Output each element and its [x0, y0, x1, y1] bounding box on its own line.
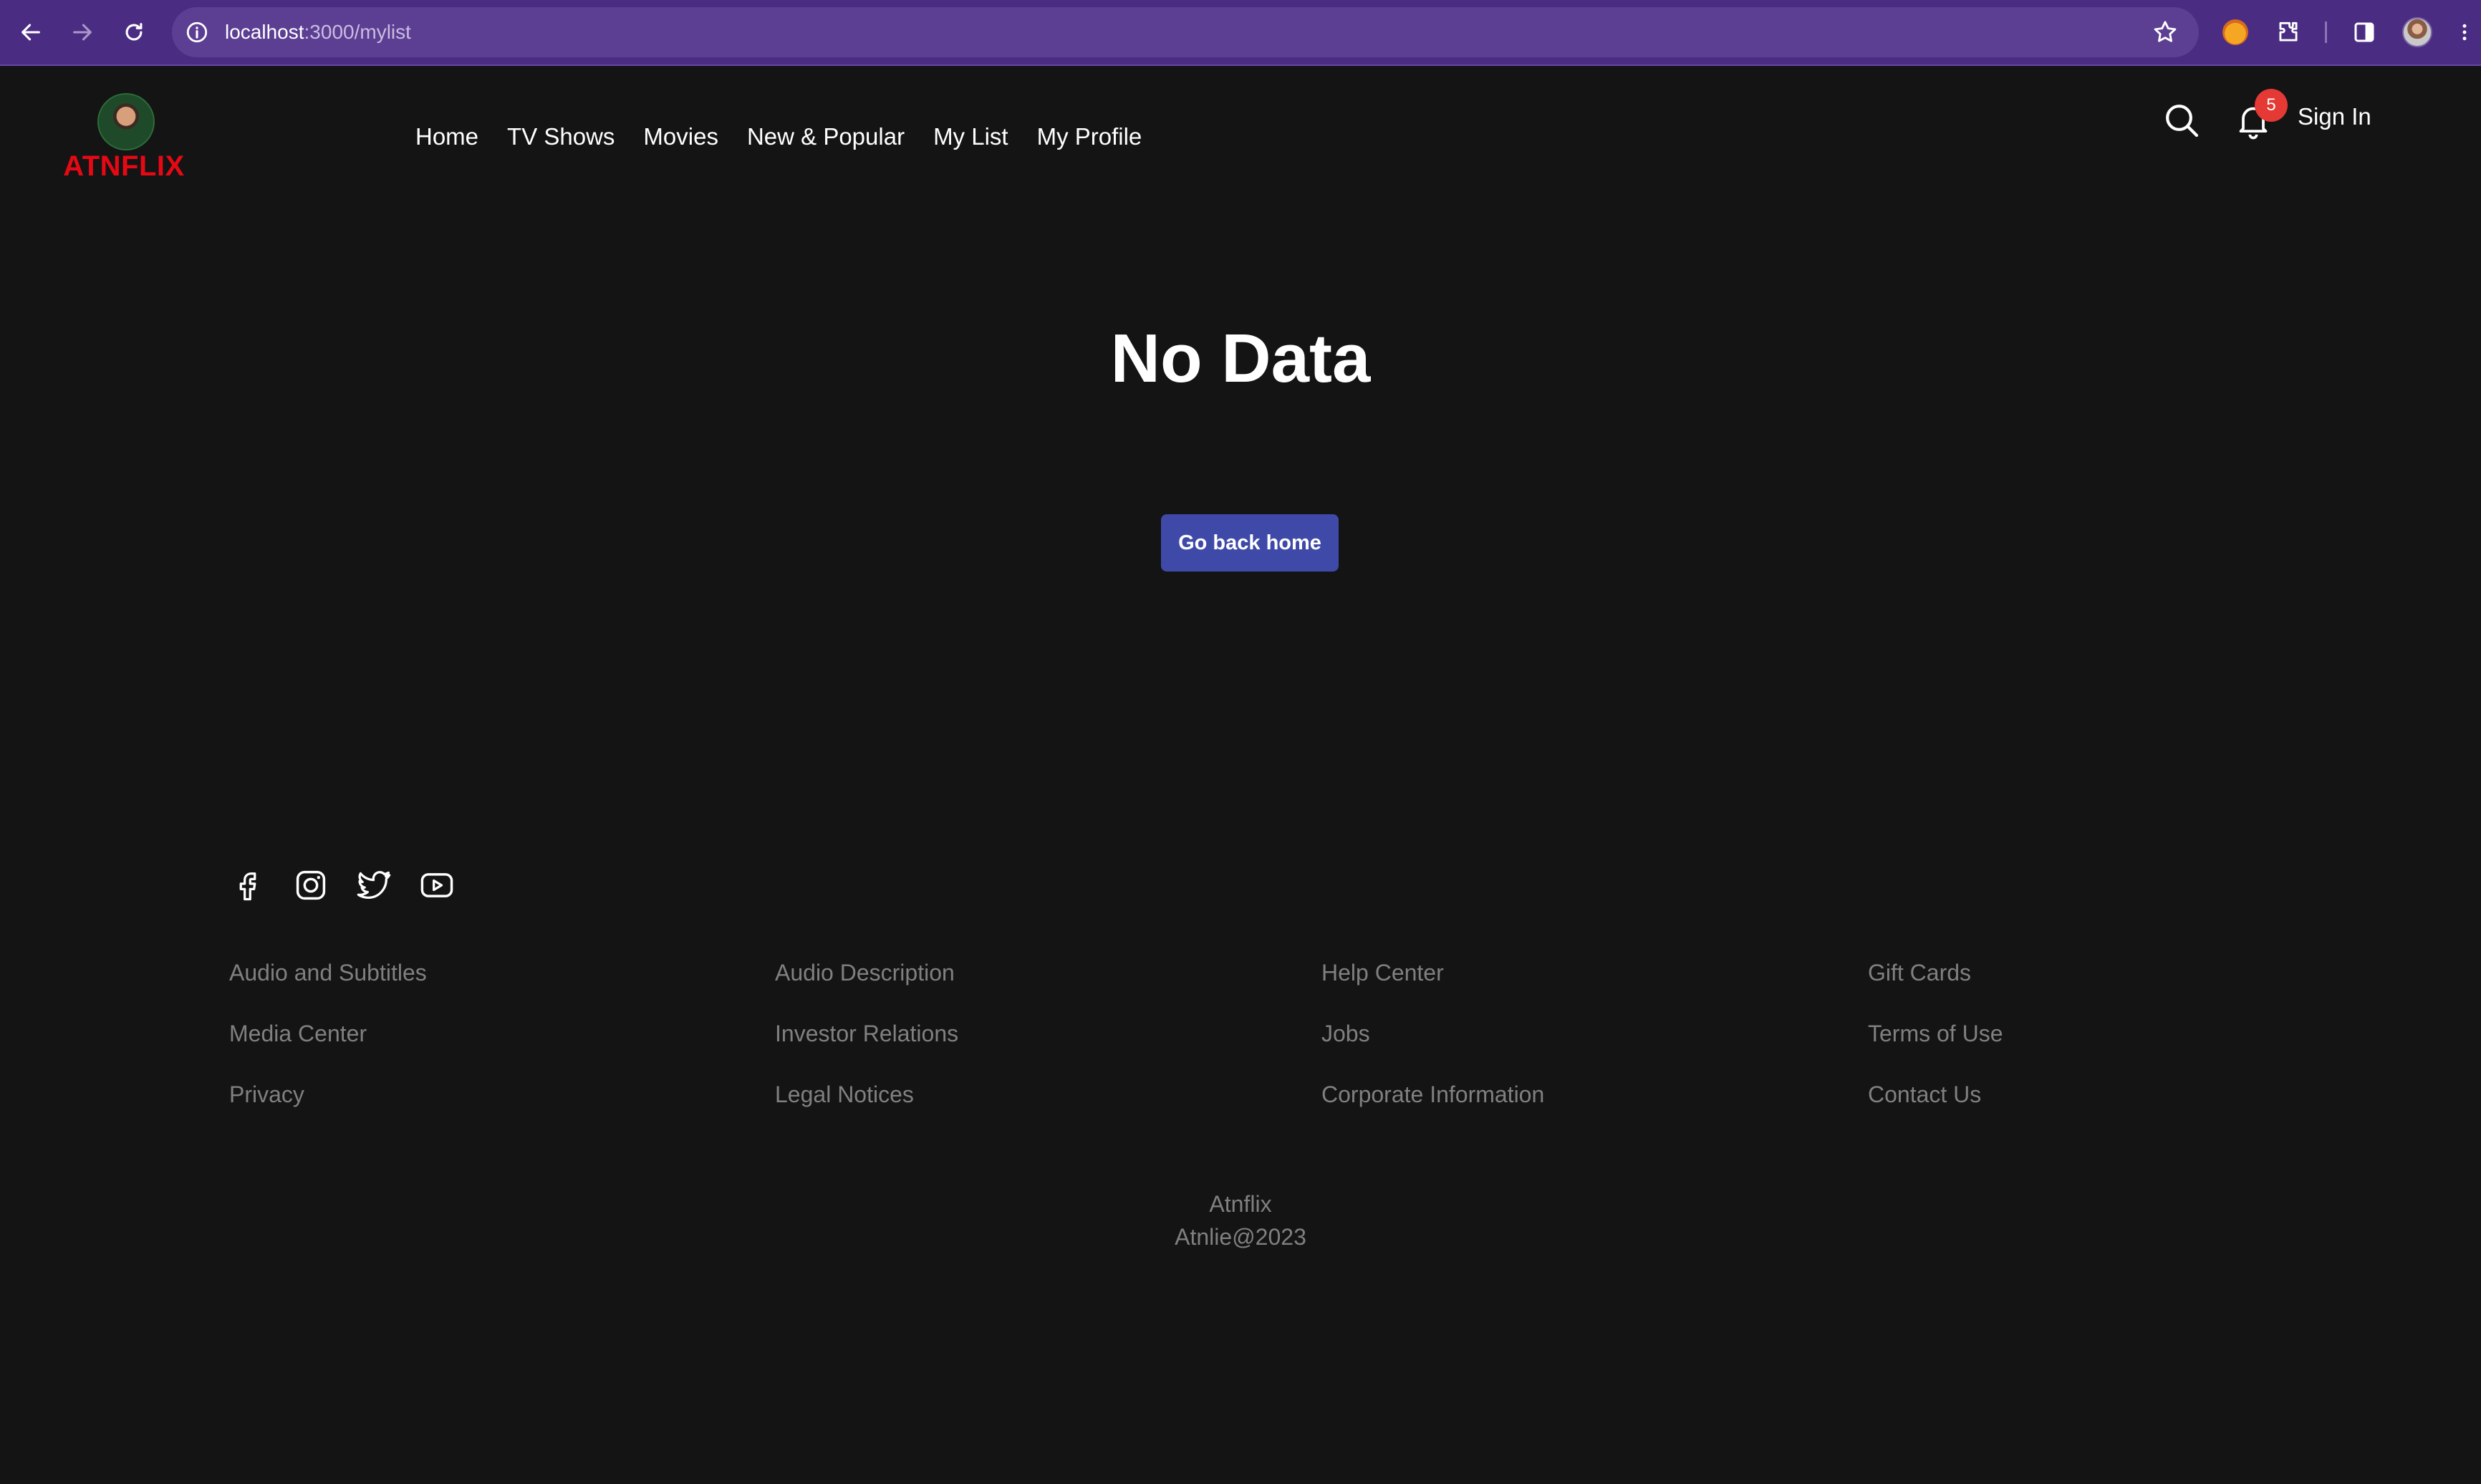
nav-my-list[interactable]: My List [933, 123, 1008, 150]
youtube-link[interactable] [418, 867, 456, 904]
browser-profile-avatar [2402, 17, 2432, 47]
social-links [229, 867, 456, 904]
forward-arrow-icon [73, 24, 92, 41]
twitter-link[interactable] [355, 867, 392, 904]
bookmark-star-icon[interactable] [2152, 19, 2179, 46]
sign-in-link[interactable]: Sign In [2298, 103, 2371, 130]
url-path: :3000/mylist [304, 21, 411, 43]
footer-link[interactable]: Privacy [229, 1081, 427, 1142]
logo-avatar [97, 93, 155, 150]
footer-link[interactable]: Investor Relations [775, 1021, 958, 1081]
youtube-icon [420, 873, 453, 897]
nav-movies[interactable]: Movies [643, 123, 718, 150]
instagram-link[interactable] [292, 867, 329, 904]
puzzle-icon [2279, 21, 2298, 42]
forward-button[interactable] [66, 16, 99, 49]
kebab-menu-icon [2462, 24, 2467, 41]
footer-link[interactable]: Legal Notices [775, 1081, 958, 1142]
footer-link[interactable]: Audio Description [775, 960, 958, 1021]
twitter-icon [357, 871, 391, 899]
page-title: No Data [1110, 320, 1371, 397]
site-info-icon[interactable] [185, 20, 209, 44]
footer-column-4: Gift Cards Terms of Use Contact Us [1868, 960, 2003, 1142]
search-icon [2166, 105, 2199, 138]
url-text[interactable]: localhost:3000/mylist [225, 7, 411, 57]
main-nav: Home TV Shows Movies New & Popular My Li… [415, 123, 1142, 150]
extensions-button[interactable] [2270, 14, 2306, 50]
footer-link[interactable]: Jobs [1321, 1021, 1544, 1081]
url-host: localhost [225, 21, 304, 43]
footer-link[interactable]: Gift Cards [1868, 960, 2003, 1021]
profile-button[interactable] [2399, 14, 2435, 50]
back-button[interactable] [14, 16, 47, 49]
reload-button[interactable] [117, 16, 150, 49]
footer-link[interactable]: Corporate Information [1321, 1081, 1544, 1142]
footer-link[interactable]: Help Center [1321, 960, 1544, 1021]
notification-badge: 5 [2255, 89, 2288, 122]
reload-icon [125, 23, 143, 41]
nav-tv-shows[interactable]: TV Shows [507, 123, 615, 150]
footer-copyright-text: Atnlie@2023 [1175, 1224, 1306, 1250]
nav-new-popular[interactable]: New & Popular [747, 123, 905, 150]
instagram-icon [296, 870, 326, 900]
go-back-home-button[interactable]: Go back home [1161, 514, 1339, 572]
facebook-icon [239, 872, 256, 901]
footer-link[interactable]: Contact Us [1868, 1081, 2003, 1142]
footer-link[interactable]: Terms of Use [1868, 1021, 2003, 1081]
footer-copyright: Atnflix Atnlie@2023 [0, 1187, 2481, 1253]
footer-column-2: Audio Description Investor Relations Leg… [775, 960, 958, 1142]
site-logo[interactable]: ATNFLIX [63, 93, 185, 186]
browser-menu-button[interactable] [2452, 14, 2477, 50]
footer-link[interactable]: Media Center [229, 1021, 427, 1081]
nav-my-profile[interactable]: My Profile [1037, 123, 1142, 150]
browser-toolbar: localhost:3000/mylist [0, 0, 2481, 66]
footer-link[interactable]: Audio and Subtitles [229, 960, 427, 1021]
side-panel-button[interactable] [2346, 14, 2382, 50]
address-bar[interactable]: localhost:3000/mylist [172, 7, 2199, 57]
footer-brand: Atnflix [1209, 1191, 1272, 1217]
toolbar-divider [2325, 21, 2327, 43]
footer-column-1: Audio and Subtitles Media Center Privacy [229, 960, 427, 1142]
facebook-link[interactable] [229, 867, 266, 904]
metamask-fox-icon [2222, 19, 2248, 45]
logo-text: ATNFLIX [63, 150, 185, 182]
extension-fox[interactable] [2217, 14, 2253, 50]
nav-home[interactable]: Home [415, 123, 478, 150]
footer-column-3: Help Center Jobs Corporate Information [1321, 960, 1544, 1142]
back-arrow-icon [21, 24, 40, 41]
search-button[interactable] [2162, 100, 2202, 140]
side-panel-icon [2354, 22, 2374, 42]
